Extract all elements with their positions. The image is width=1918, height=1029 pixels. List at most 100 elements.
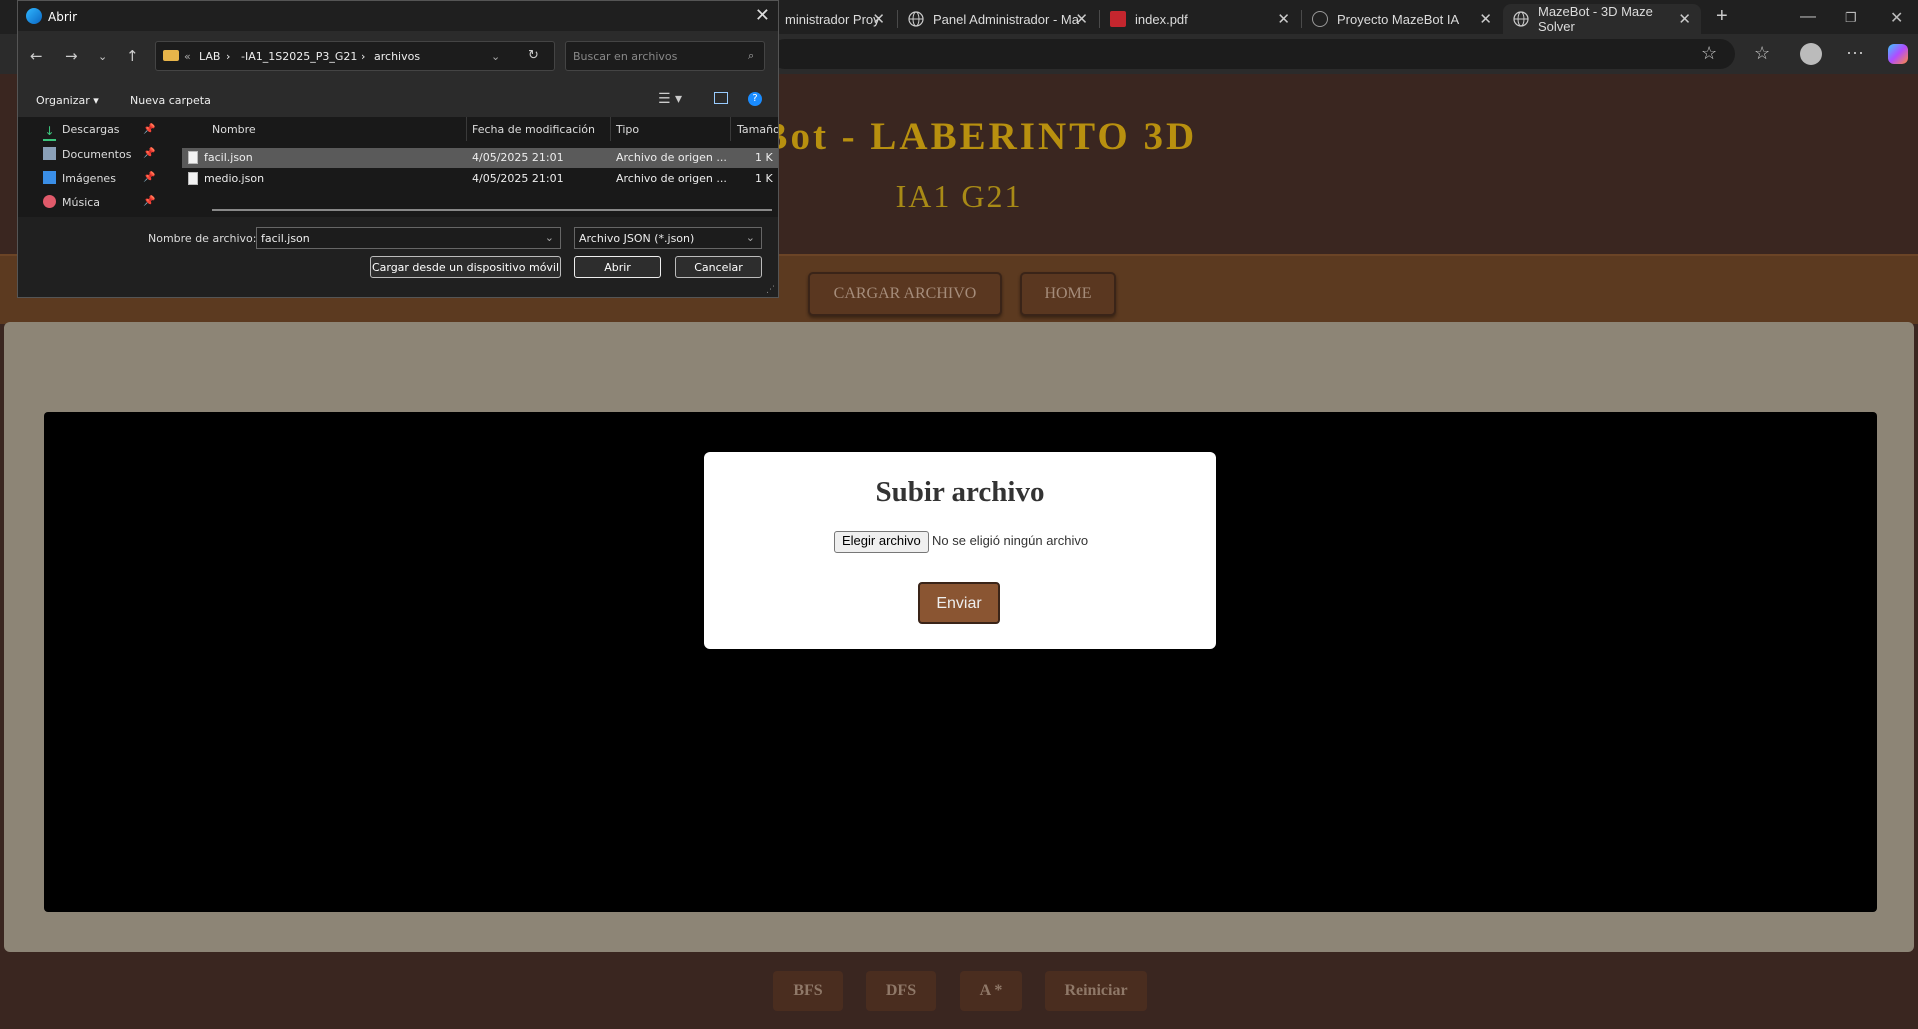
chevron-down-icon[interactable]: ⌄ [545,231,554,244]
file-name: medio.json [204,172,265,185]
load-from-mobile-button[interactable]: Cargar desde un dispositivo móvil [370,256,561,278]
breadcrumb-separator: › [361,50,366,63]
cancel-button[interactable]: Cancelar [675,256,762,278]
pdf-icon [1110,11,1126,27]
close-icon[interactable]: ✕ [872,10,885,28]
chevron-down-icon[interactable]: ⌄ [746,231,755,244]
organize-menu[interactable]: Organizar ▾ [36,94,99,107]
sidebar-item-images[interactable]: Imágenes [43,171,116,185]
tab-mazebot-solver[interactable]: MazeBot - 3D Maze Solver ✕ [1503,4,1701,34]
tab-label: index.pdf [1135,11,1188,27]
dialog-titlebar: Abrir ✕ [18,1,778,31]
new-tab-button[interactable]: + [1716,5,1728,28]
breadcrumb[interactable]: « LAB › -IA1_1S2025_P3_G21 › archivos ⌄ … [155,41,555,71]
tab-label: MazeBot - 3D Maze Solver [1538,4,1653,34]
reset-button[interactable]: Reiniciar [1045,971,1147,1011]
sidebar-item-label: Documentos [62,148,132,161]
file-type-filter[interactable]: Archivo JSON (*.json) ⌄ [574,227,762,249]
open-button[interactable]: Abrir [574,256,661,278]
upload-modal: Subir archivo Elegir archivo No se eligi… [704,452,1216,649]
favorites-icon[interactable]: ☆ [1754,43,1770,64]
help-icon[interactable]: ? [748,92,762,106]
tab-label: ministrador Proy [785,11,880,27]
window-close-icon[interactable]: ✕ [1890,8,1903,28]
download-icon: ↓ [43,125,56,141]
refresh-icon[interactable]: ↻ [528,48,539,63]
column-divider[interactable] [610,117,611,141]
preview-pane-icon[interactable] [714,92,728,104]
tab-label: Panel Administrador - Ma [933,11,1079,27]
recent-locations-icon[interactable]: ⌄ [98,50,107,63]
home-button[interactable]: HOME [1020,272,1116,316]
pin-icon: 📌 [143,196,156,207]
pin-icon: 📌 [143,172,156,183]
file-open-dialog: Abrir ✕ ← → ⌄ ↑ « LAB › -IA1_1S2025_P3_G… [17,0,779,298]
folder-icon [163,50,179,61]
view-options-icon[interactable]: ☰ ▾ [658,91,682,107]
dialog-footer: Nombre de archivo: facil.json ⌄ Archivo … [18,217,778,297]
json-file-icon [188,151,198,164]
pin-icon: 📌 [143,124,156,135]
more-menu-icon[interactable]: ··· [1846,42,1864,63]
dialog-close-button[interactable]: ✕ [755,5,770,26]
filename-field[interactable]: facil.json ⌄ [256,227,561,249]
up-arrow-icon[interactable]: ↑ [126,47,139,65]
sidebar-item-label: Música [62,196,101,209]
minimize-icon[interactable]: — [1800,8,1816,26]
sidebar-item-music[interactable]: Música [43,195,100,209]
column-header-name[interactable]: Nombre [212,123,256,136]
path-dropdown-icon[interactable]: ⌄ [491,50,500,63]
tab-admin-panel[interactable]: Panel Administrador - Ma ✕ [898,4,1098,34]
tab-admin-project[interactable]: ministrador Proy ✕ [775,4,895,34]
new-folder-button[interactable]: Nueva carpeta [130,94,211,107]
address-bar[interactable]: ☆ [770,39,1735,69]
breadcrumb-lab[interactable]: LAB [199,50,220,63]
horizontal-scrollbar[interactable] [212,209,772,211]
filename-label: Nombre de archivo: [148,232,257,245]
music-icon [43,195,56,208]
close-icon[interactable]: ✕ [1277,10,1290,28]
close-icon[interactable]: ✕ [1075,10,1088,28]
breadcrumb-project[interactable]: -IA1_1S2025_P3_G21 [241,50,357,63]
resize-grip-icon[interactable]: ⋰ [766,285,775,295]
choose-file-button[interactable]: Elegir archivo [834,531,929,553]
bfs-button[interactable]: BFS [773,971,843,1011]
favorite-star-icon[interactable]: ☆ [1701,43,1717,64]
sidebar-item-label: Descargas [62,123,120,136]
breadcrumb-archivos[interactable]: archivos [374,50,420,63]
back-arrow-icon[interactable]: ← [30,47,43,65]
tab-mazebot-project[interactable]: Proyecto MazeBot IA ✕ [1302,4,1502,34]
column-header-modified[interactable]: Fecha de modificación [472,123,595,136]
close-icon[interactable]: ✕ [1678,10,1691,28]
upload-title: Subir archivo [875,476,1045,508]
column-divider[interactable] [466,117,467,141]
globe-icon [1513,11,1529,27]
column-header-size[interactable]: Tamaño [737,123,778,136]
dfs-button[interactable]: DFS [866,971,936,1011]
file-row[interactable]: medio.json 4/05/2025 21:01 Archivo de or… [182,169,778,189]
close-icon[interactable]: ✕ [1479,10,1492,28]
no-file-text: No se eligió ningún archivo [932,533,1089,548]
copilot-icon[interactable] [1888,44,1908,64]
tab-index-pdf[interactable]: index.pdf ✕ [1100,4,1300,34]
column-header-type[interactable]: Tipo [616,123,639,136]
submit-button[interactable]: Enviar [918,582,1000,624]
file-row-selected[interactable]: facil.json 4/05/2025 21:01 Archivo de or… [182,148,778,168]
dialog-sidebar: ↓ Descargas 📌 Documentos 📌 Imágenes 📌 Mús… [18,117,176,217]
breadcrumb-overflow[interactable]: « [184,50,191,63]
column-divider[interactable] [730,117,731,141]
dialog-command-bar: Organizar ▾ Nueva carpeta ☰ ▾ ? [18,83,778,117]
forward-arrow-icon[interactable]: → [65,47,78,65]
site-icon [1312,11,1328,27]
algorithm-controls: BFS DFS A * Reiniciar [0,952,1918,1029]
file-type: Archivo de origen ... [616,172,727,185]
search-input[interactable]: Buscar en archivos [565,41,765,71]
file-list: Nombre ⌃ Fecha de modificación Tipo Tama… [176,117,778,217]
globe-icon [908,11,924,27]
sidebar-item-documents[interactable]: Documentos [43,147,131,161]
restore-icon[interactable]: ❐ [1845,10,1857,26]
load-file-button[interactable]: CARGAR ARCHIVO [808,272,1002,316]
profile-avatar[interactable] [1800,43,1822,65]
astar-button[interactable]: A * [960,971,1022,1011]
sidebar-item-downloads[interactable]: ↓ Descargas [43,123,120,141]
